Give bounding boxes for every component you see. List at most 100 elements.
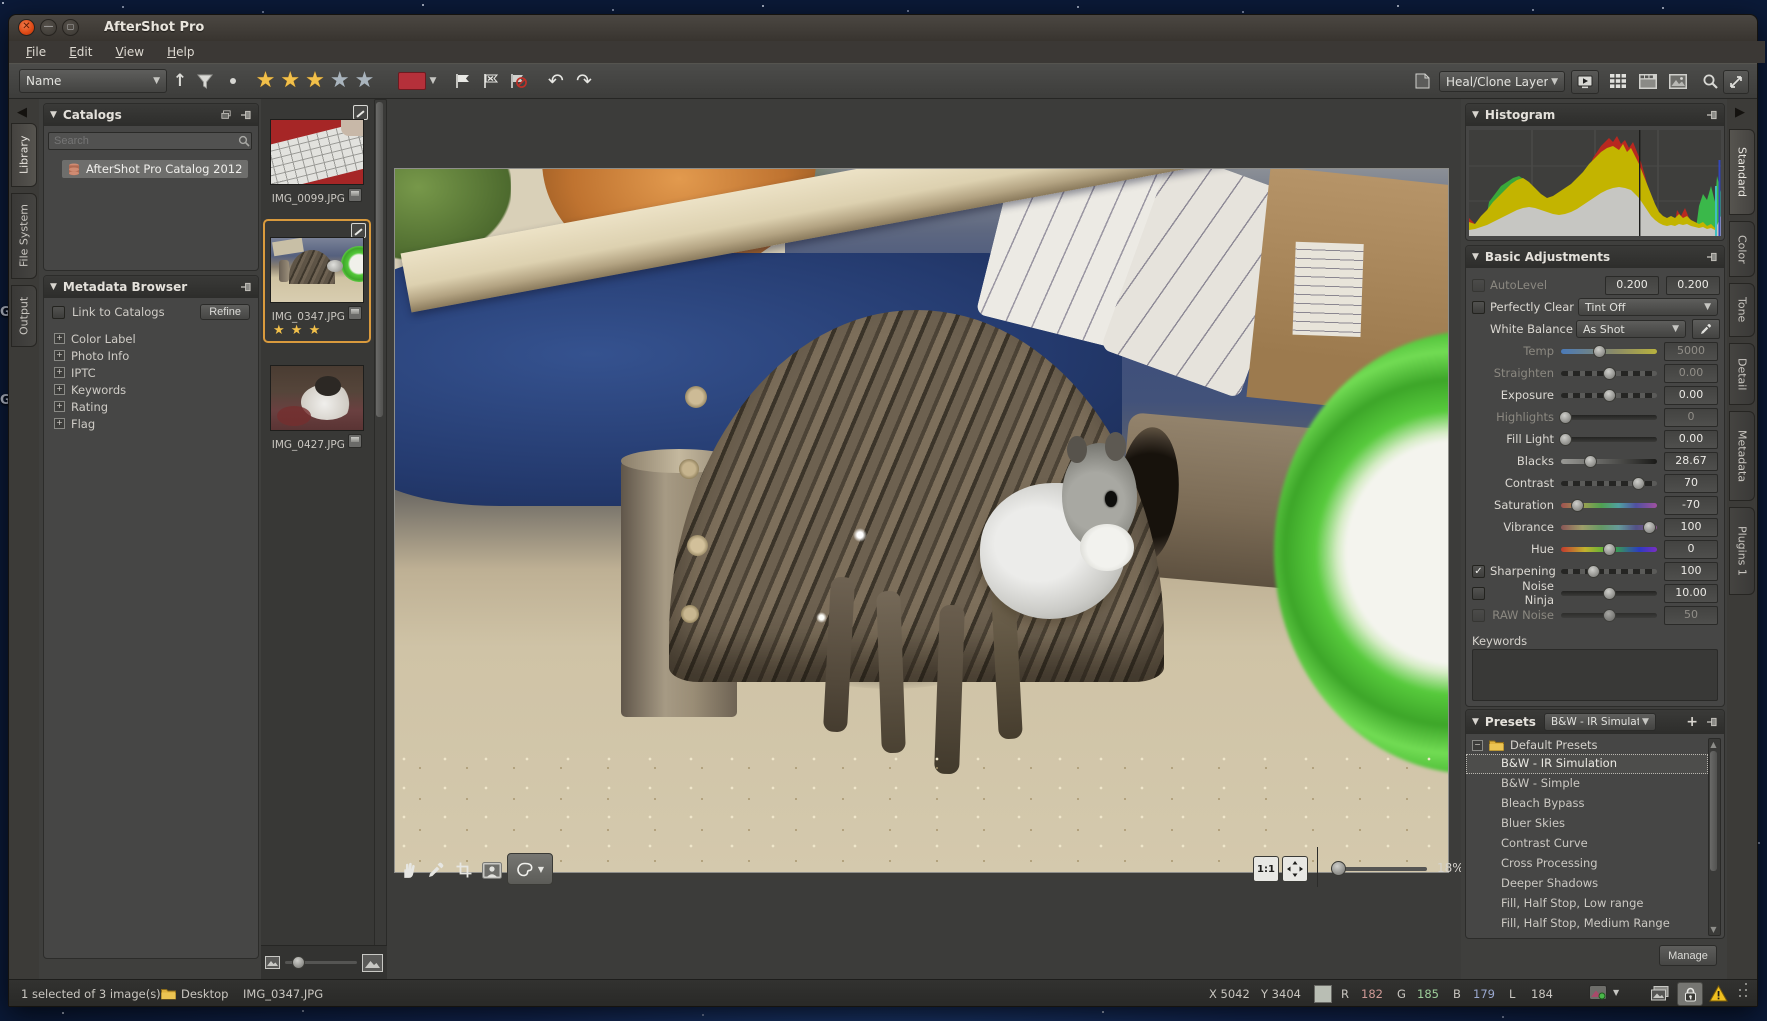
slider-handle[interactable] <box>292 956 305 969</box>
preset-item[interactable]: Bleach Bypass <box>1466 794 1708 814</box>
presets-scrollbar[interactable]: ▲ ▼ <box>1708 738 1721 936</box>
zoom-slider[interactable] <box>1331 867 1427 871</box>
presets-folder-row[interactable]: − Default Presets <box>1466 736 1724 754</box>
temp-value[interactable]: 5000 <box>1664 342 1718 361</box>
thumbnail-img-0099[interactable]: IMG_0099.JPG <box>263 103 371 213</box>
preset-item[interactable]: B&W - IR Simulation <box>1466 754 1708 774</box>
thumbnail-img-0427[interactable]: IMG_0427.JPG <box>263 353 371 459</box>
filter-funnel-icon[interactable] <box>193 69 217 93</box>
rating-none-dot[interactable] <box>225 69 241 93</box>
tab-standard[interactable]: Standard <box>1729 129 1755 215</box>
new-catalog-icon[interactable] <box>220 110 232 120</box>
thumbnail-star-rating[interactable]: ★ ★ ★ <box>265 323 369 338</box>
tree-item-keywords[interactable]: +Keywords <box>54 383 254 396</box>
star-icon[interactable]: ★ <box>355 70 375 92</box>
small-thumbnails-icon[interactable] <box>265 956 280 969</box>
hue-slider[interactable] <box>1561 547 1657 552</box>
magnifier-icon[interactable] <box>1697 69 1723 93</box>
flag-reject-icon[interactable] <box>479 69 503 93</box>
collapse-triangle-icon[interactable]: ▼ <box>1472 252 1479 262</box>
crop-tool-icon[interactable] <box>451 857 477 883</box>
tree-item-rating[interactable]: +Rating <box>54 400 254 413</box>
autolevel-value-2[interactable]: 0.200 <box>1666 276 1720 295</box>
scroll-up-icon[interactable]: ▲ <box>1709 740 1718 749</box>
straighten-value[interactable]: 0.00 <box>1664 364 1718 383</box>
perfectly-clear-checkbox[interactable] <box>1472 301 1485 314</box>
presets-header[interactable]: ▼ Presets B&W - IR Simulation▼ + <box>1466 710 1724 734</box>
contrast-value[interactable]: 70 <box>1664 474 1718 493</box>
wb-eyedropper-button[interactable] <box>1692 319 1720 339</box>
tab-file-system[interactable]: File System <box>11 193 37 279</box>
current-folder[interactable]: Desktop <box>181 987 228 1001</box>
star-icon[interactable]: ★ <box>280 70 300 92</box>
tab-plugins[interactable]: Plugins 1 <box>1729 507 1755 595</box>
raw-noise-value[interactable]: 50 <box>1664 606 1718 625</box>
highlights-slider[interactable] <box>1561 415 1657 420</box>
star-icon[interactable]: ★ <box>256 70 276 92</box>
saturation-slider[interactable] <box>1561 503 1657 508</box>
zoom-slider-handle[interactable] <box>1331 861 1346 876</box>
fill-light-value[interactable]: 0.00 <box>1664 430 1718 449</box>
metadata-browser-header[interactable]: ▼ Metadata Browser <box>44 276 258 298</box>
menu-help[interactable]: Help <box>158 42 203 59</box>
pin-icon[interactable] <box>1706 252 1718 262</box>
histogram-header[interactable]: ▼ Histogram <box>1466 104 1724 126</box>
keywords-input[interactable] <box>1472 649 1718 701</box>
saturation-value[interactable]: -70 <box>1664 496 1718 515</box>
thumbnail-scrollbar[interactable] <box>374 99 387 947</box>
sort-ascending-icon[interactable]: ↑ <box>169 69 191 93</box>
noise-ninja-slider[interactable] <box>1561 591 1657 596</box>
proof-profile-control[interactable]: ▼ <box>1589 985 1619 1000</box>
tab-tone[interactable]: Tone <box>1729 283 1755 337</box>
collapse-triangle-icon[interactable]: ▼ <box>50 110 57 120</box>
menu-file[interactable]: File <box>17 42 55 59</box>
titlebar[interactable]: ✕ — ▢ AfterShot Pro <box>9 15 1757 42</box>
layer-mode-combo[interactable]: Heal/Clone Layer▼ <box>1439 71 1565 92</box>
pan-tool-icon[interactable] <box>395 857 421 883</box>
pin-icon[interactable] <box>240 282 252 292</box>
catalog-item[interactable]: AfterShot Pro Catalog 2012 <box>62 160 248 178</box>
sharpening-value[interactable]: 100 <box>1664 562 1718 581</box>
expand-plus-icon[interactable]: + <box>54 384 65 395</box>
vibrance-slider[interactable] <box>1561 525 1657 530</box>
hue-value[interactable]: 0 <box>1664 540 1718 559</box>
tab-color[interactable]: Color <box>1729 221 1755 277</box>
flag-clear-icon[interactable] <box>507 69 531 93</box>
preset-item[interactable]: Fill, Half Stop, Low range <box>1466 894 1708 914</box>
blacks-value[interactable]: 28.67 <box>1664 452 1718 471</box>
grid-view-icon[interactable] <box>1605 69 1631 93</box>
close-button[interactable]: ✕ <box>18 19 35 36</box>
preset-item[interactable]: Contrast Curve <box>1466 834 1708 854</box>
flag-pick-icon[interactable] <box>451 69 475 93</box>
star-icon[interactable]: ★ <box>330 70 350 92</box>
actual-size-button[interactable]: 1:1 <box>1253 856 1279 882</box>
scroll-down-icon[interactable]: ▼ <box>1709 925 1718 934</box>
search-input[interactable] <box>48 132 252 150</box>
scrollbar-thumb[interactable] <box>1710 751 1717 871</box>
exposure-slider[interactable] <box>1561 393 1657 398</box>
tab-output[interactable]: Output <box>11 285 37 347</box>
expand-plus-icon[interactable]: + <box>54 401 65 412</box>
sharpening-slider[interactable] <box>1561 569 1657 574</box>
pin-icon[interactable] <box>240 110 252 120</box>
photo-canvas[interactable] <box>394 168 1449 873</box>
slideshow-button[interactable] <box>1571 70 1599 94</box>
add-preset-icon[interactable]: + <box>1686 714 1698 730</box>
new-layer-icon[interactable] <box>1409 69 1435 93</box>
straighten-slider[interactable] <box>1561 371 1657 376</box>
tab-metadata[interactable]: Metadata <box>1729 411 1755 501</box>
sharpening-checkbox[interactable]: ✓ <box>1472 565 1485 578</box>
preset-item[interactable]: Bluer Skies <box>1466 814 1708 834</box>
raw-noise-checkbox[interactable] <box>1472 609 1485 622</box>
preset-item[interactable]: Fill, Half Stop, Medium Range <box>1466 914 1708 934</box>
collapse-left-panel-icon[interactable]: ◀ <box>17 105 27 120</box>
large-thumbnails-icon[interactable] <box>362 954 383 972</box>
menu-edit[interactable]: Edit <box>60 42 101 59</box>
expand-plus-icon[interactable]: + <box>54 333 65 344</box>
color-label-swatch[interactable]: ▼ <box>397 69 437 93</box>
exposure-value[interactable]: 0.00 <box>1664 386 1718 405</box>
tree-item-color-label[interactable]: +Color Label <box>54 332 254 345</box>
noise-ninja-value[interactable]: 10.00 <box>1664 584 1718 603</box>
tree-item-photo-info[interactable]: +Photo Info <box>54 349 254 362</box>
basic-adjustments-header[interactable]: ▼ Basic Adjustments <box>1466 246 1724 268</box>
